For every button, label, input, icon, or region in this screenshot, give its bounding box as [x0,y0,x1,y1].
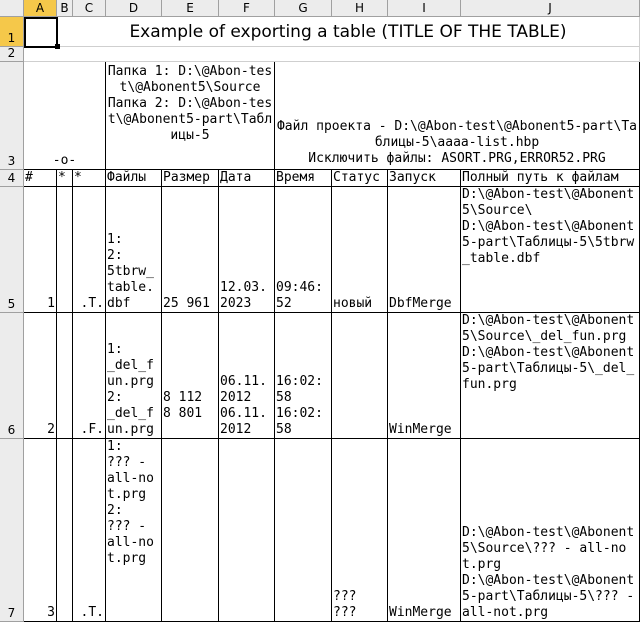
table-row-3-status[interactable]: ??? ??? [332,439,388,622]
folders-header-cell[interactable]: Папка 1: D:\@Abon-test\@Abonent5\Source … [106,62,275,170]
col-label-launch[interactable]: Запуск [388,170,461,187]
row-flag: .T. [80,296,104,311]
file-status: ??? ??? [333,589,357,620]
table-row-2-launch[interactable]: WinMerge [388,313,461,439]
header-mark-cell[interactable]: -o- [24,62,106,170]
active-cell-cursor [24,17,58,48]
column-header-j[interactable]: J [461,0,640,17]
row-header-4[interactable]: 4 [0,170,24,187]
table-row-2-date[interactable]: 06.11.2012 06.11.2012 [219,313,275,439]
row-header-5[interactable]: 5 [0,187,24,313]
spreadsheet-grid: A B C D E F G H I J 1 2 3 4 5 6 7 Exampl… [0,0,640,622]
table-row-2-num[interactable]: 2 [24,313,57,439]
table-row-1-path[interactable]: D:\@Abon-test\@Abonent5\Source\ D:\@Abon… [461,187,640,313]
col-label-size[interactable]: Размер [162,170,219,187]
column-header-d[interactable]: D [106,0,162,17]
row-number: 1 [47,296,55,311]
table-row-1-time[interactable]: 09:46:52 [275,187,332,313]
col-label-files[interactable]: Файлы [106,170,162,187]
file-path: D:\@Abon-test\@Abonent5\Source\??? - all… [462,525,635,620]
column-header-e[interactable]: E [162,0,219,17]
table-row-1-b[interactable] [57,187,73,313]
file-names: 1: _del_fun.prg 2: _del_fun.prg [107,342,154,437]
file-time: 16:02:58 16:02:58 [276,374,323,437]
table-title[interactable]: Example of exporting a table (TITLE OF T… [57,17,640,47]
row-number: 2 [47,422,55,437]
col-label-star-2[interactable]: * [73,170,106,187]
column-header-a[interactable]: A [24,0,57,17]
project-header-text: Файл проекта - D:\@Abon-test\@Abonent5-p… [276,119,638,166]
table-row-1-status[interactable]: новый [332,187,388,313]
col-label-num[interactable]: # [24,170,57,187]
table-row-2-path[interactable]: D:\@Abon-test\@Abonent5\Source\_del_fun.… [461,313,640,439]
column-header-c[interactable]: C [73,0,106,17]
launch-tool: DbfMerge [389,296,452,311]
row-header-7[interactable]: 7 [0,439,24,622]
table-row-3-path[interactable]: D:\@Abon-test\@Abonent5\Source\??? - all… [461,439,640,622]
launch-tool: WinMerge [389,422,452,437]
select-all-corner[interactable] [0,0,24,17]
column-header-b[interactable]: B [57,0,73,17]
column-header-g[interactable]: G [275,0,332,17]
table-row-3-launch[interactable]: WinMerge [388,439,461,622]
launch-tool: WinMerge [389,605,452,620]
row-header-6[interactable]: 6 [0,313,24,439]
column-header-f[interactable]: F [219,0,275,17]
table-row-3-files[interactable]: 1: ??? - all-not.prg 2: ??? - all-not.pr… [106,439,162,622]
file-size: 25 961 [163,296,210,311]
table-row-3-date[interactable] [219,439,275,622]
table-row-2-status[interactable] [332,313,388,439]
file-date: 06.11.2012 06.11.2012 [220,374,267,437]
empty-row-2[interactable] [24,47,640,62]
project-header-cell[interactable]: Файл проекта - D:\@Abon-test\@Abonent5-p… [275,62,640,170]
col-label-time[interactable]: Время [275,170,332,187]
row-flag: .F. [80,422,104,437]
table-row-3-num[interactable]: 3 [24,439,57,622]
table-row-2-time[interactable]: 16:02:58 16:02:58 [275,313,332,439]
row-header-2[interactable]: 2 [0,47,24,62]
row-header-1[interactable]: 1 [0,17,24,47]
table-row-1-files[interactable]: 1: 2: 5tbrw_table.dbf [106,187,162,313]
table-row-3-size[interactable] [162,439,219,622]
table-row-1-flag[interactable]: .T. [73,187,106,313]
table-row-2-files[interactable]: 1: _del_fun.prg 2: _del_fun.prg [106,313,162,439]
col-label-status[interactable]: Статус [332,170,388,187]
row-flag: .T. [80,605,104,620]
table-row-1-date[interactable]: 12.03.2023 [219,187,275,313]
table-row-2-size[interactable]: 8 112 8 801 [162,313,219,439]
file-time: 09:46:52 [276,280,323,311]
col-label-star-1[interactable]: * [57,170,73,187]
file-status: новый [333,296,373,311]
row-number: 3 [47,605,55,620]
table-row-3-flag[interactable]: .T. [73,439,106,622]
file-date: 12.03.2023 [220,280,267,311]
column-header-i[interactable]: I [388,0,461,17]
table-row-3-b[interactable] [57,439,73,622]
table-row-1-launch[interactable]: DbfMerge [388,187,461,313]
header-mark: -o- [52,153,77,168]
table-row-3-time[interactable] [275,439,332,622]
file-names: 1: 2: 5tbrw_table.dbf [107,232,154,311]
col-label-date[interactable]: Дата [219,170,275,187]
col-label-path[interactable]: Полный путь к файлам [461,170,640,187]
table-row-2-flag[interactable]: .F. [73,313,106,439]
table-row-1-num[interactable]: 1 [24,187,57,313]
table-row-2-b[interactable] [57,313,73,439]
column-header-h[interactable]: H [332,0,388,17]
table-row-1-size[interactable]: 25 961 [162,187,219,313]
file-size: 8 112 8 801 [163,390,203,421]
row-header-3[interactable]: 3 [0,62,24,170]
